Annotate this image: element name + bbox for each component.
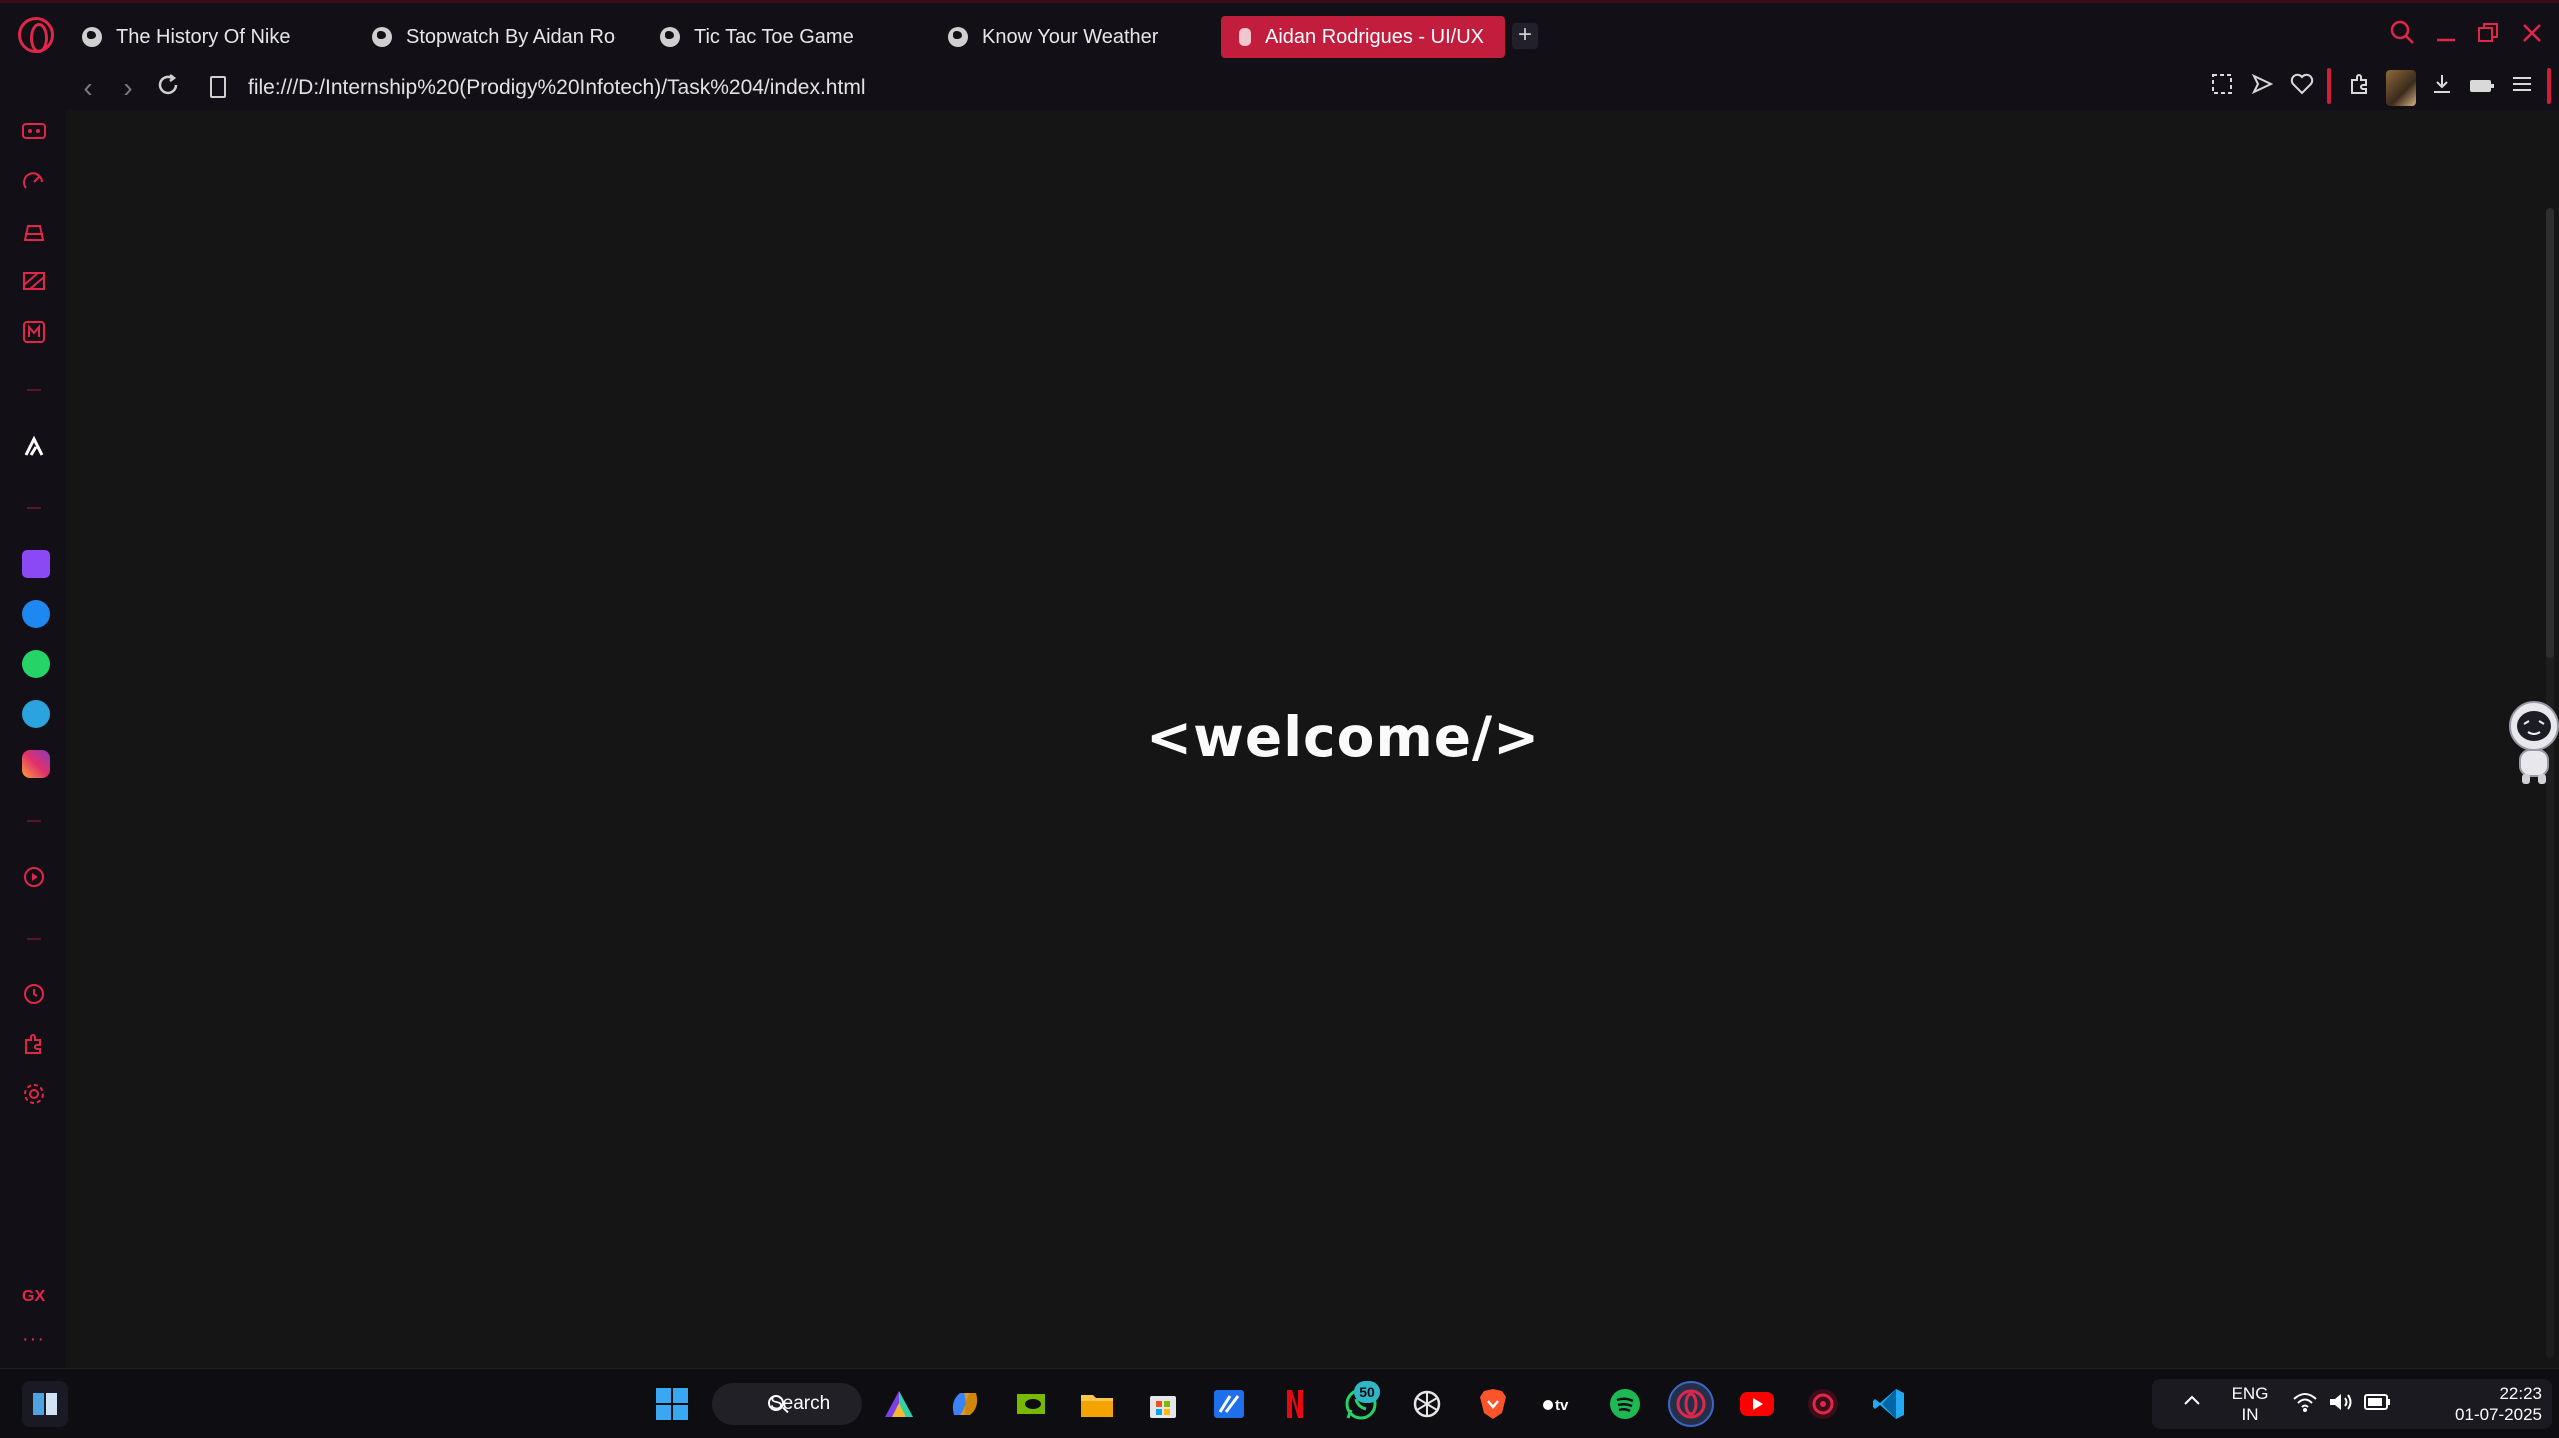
restore-icon[interactable] xyxy=(2472,19,2504,51)
instagram-icon[interactable] xyxy=(22,750,50,778)
opera-menu-icon[interactable] xyxy=(18,17,54,53)
welcome-heading: <welcome/> xyxy=(1146,705,1541,769)
whatsapp-sidebar-icon[interactable] xyxy=(22,650,50,678)
tab-stopwatch[interactable]: Stopwatch By Aidan Rodr xyxy=(354,16,634,58)
music-player-icon[interactable] xyxy=(20,865,48,893)
youtube-icon[interactable] xyxy=(1734,1381,1780,1427)
globe-icon xyxy=(660,27,680,47)
language-region: IN xyxy=(2241,1405,2259,1424)
globe-icon xyxy=(948,27,968,47)
web-content: <welcome/> xyxy=(66,110,2559,1368)
wallpaper-icon[interactable] xyxy=(20,270,48,298)
taskbar-search-button[interactable]: Search xyxy=(712,1383,862,1425)
close-icon[interactable] xyxy=(2516,19,2548,51)
sidebar-separator xyxy=(27,389,41,391)
extensions-sidebar-icon[interactable] xyxy=(20,1032,48,1060)
apple-tv-icon[interactable]: tv xyxy=(1536,1381,1582,1427)
telegram-icon[interactable] xyxy=(22,700,50,728)
clock[interactable]: 22:23 01-07-2025 xyxy=(2412,1383,2542,1425)
page-icon xyxy=(210,76,226,98)
opera-gx-taskbar-icon[interactable] xyxy=(1668,1381,1714,1427)
volume-icon[interactable] xyxy=(2328,1391,2354,1418)
language-indicator[interactable]: ENG IN xyxy=(2230,1383,2270,1425)
brave-icon[interactable] xyxy=(1470,1381,1516,1427)
download-icon[interactable] xyxy=(2426,72,2458,104)
language-code: ENG xyxy=(2231,1384,2269,1403)
new-tab-button[interactable]: + xyxy=(1512,23,1538,49)
svg-text:tv: tv xyxy=(1555,1397,1569,1414)
address-bar: ‹ › file:///D:/Internship%20(Prodigy%20I… xyxy=(0,66,2559,110)
tab-tic-tac-toe[interactable]: Tic Tac Toe Game xyxy=(642,16,932,58)
speed-dial-icon[interactable] xyxy=(20,170,48,198)
gx-store-icon[interactable] xyxy=(20,220,48,248)
gx-label[interactable]: GX xyxy=(22,1288,45,1306)
search-icon xyxy=(768,1395,784,1411)
show-hidden-icons-icon[interactable] xyxy=(2182,1391,2202,1416)
tab-label: Aidan Rodrigues - UI/UX D xyxy=(1265,25,1487,48)
windows-start-icon[interactable] xyxy=(649,1381,695,1427)
toolbar-edge-accent xyxy=(2547,68,2551,104)
mods-icon[interactable] xyxy=(20,320,48,348)
designer-app-icon[interactable] xyxy=(1206,1381,1252,1427)
vscode-icon[interactable] xyxy=(1866,1381,1912,1427)
windows-taskbar: Search 50 tv ENG IN 22:23 01-07-2025 xyxy=(0,1368,2559,1438)
system-tray: ENG IN 22:23 01-07-2025 xyxy=(2152,1379,2552,1429)
profile-avatar[interactable] xyxy=(2386,70,2416,106)
tab-label: The History Of Nike xyxy=(116,25,291,48)
send-icon[interactable] xyxy=(2246,72,2278,104)
settings-gear-icon[interactable] xyxy=(20,1082,48,1110)
clock-date: 01-07-2025 xyxy=(2455,1405,2542,1424)
battery-icon[interactable] xyxy=(2364,1393,2392,1416)
battery-saver-icon[interactable] xyxy=(2466,72,2498,104)
easy-setup-icon[interactable] xyxy=(2506,72,2538,104)
microsoft-store-icon[interactable] xyxy=(1140,1381,1186,1427)
minimize-icon[interactable] xyxy=(2430,19,2462,51)
sidebar-separator xyxy=(27,938,41,940)
chatgpt-icon[interactable] xyxy=(1404,1381,1450,1427)
messenger-icon[interactable] xyxy=(22,600,50,628)
file-explorer-icon[interactable] xyxy=(1074,1381,1120,1427)
extensions-icon[interactable] xyxy=(2344,72,2376,104)
netflix-icon[interactable] xyxy=(1272,1381,1318,1427)
widgets-icon[interactable] xyxy=(22,1381,68,1427)
back-icon[interactable]: ‹ xyxy=(70,70,106,106)
clock-time: 22:23 xyxy=(2499,1384,2542,1403)
affinity-icon[interactable] xyxy=(876,1381,922,1427)
tab-bar: The History Of Nike Stopwatch By Aidan R… xyxy=(0,0,2559,66)
globe-icon xyxy=(372,27,392,47)
globe-icon xyxy=(82,27,102,47)
whatsapp-notification-badge: 50 xyxy=(1354,1381,1380,1403)
sidebar-separator xyxy=(27,820,41,822)
tab-label: Know Your Weather xyxy=(982,25,1159,48)
wifi-icon[interactable] xyxy=(2292,1391,2318,1418)
nvidia-icon[interactable] xyxy=(1008,1381,1054,1427)
davinci-app-icon[interactable] xyxy=(1800,1381,1846,1427)
sidebar-more-icon[interactable]: ··· xyxy=(22,1328,45,1351)
astronaut-mascot-icon[interactable] xyxy=(2502,696,2559,786)
tab-history-of-nike[interactable]: The History Of Nike xyxy=(64,16,364,58)
toolbar-divider xyxy=(2327,68,2331,104)
reload-icon[interactable] xyxy=(150,70,186,106)
site-favicon-icon xyxy=(1239,28,1251,46)
gx-control-icon[interactable] xyxy=(20,120,48,148)
url-field[interactable]: file:///D:/Internship%20(Prodigy%20Infot… xyxy=(248,72,865,104)
twitch-icon[interactable] xyxy=(22,550,50,578)
search-tabs-icon[interactable] xyxy=(2386,19,2418,51)
tab-aidan-rodrigues[interactable]: Aidan Rodrigues - UI/UX D xyxy=(1221,16,1505,58)
aria-icon[interactable] xyxy=(20,435,48,463)
tab-know-your-weather[interactable]: Know Your Weather xyxy=(930,16,1220,58)
copilot-icon[interactable] xyxy=(942,1381,988,1427)
snapshot-icon[interactable] xyxy=(2206,72,2238,104)
forward-icon[interactable]: › xyxy=(110,70,146,106)
tab-label: Stopwatch By Aidan Rodr xyxy=(406,25,616,48)
scrollbar-thumb[interactable] xyxy=(2546,208,2554,658)
spotify-icon[interactable] xyxy=(1602,1381,1648,1427)
sidebar: GX ··· xyxy=(0,110,66,1368)
sidebar-separator xyxy=(27,507,41,509)
tab-label: Tic Tac Toe Game xyxy=(694,25,854,48)
heart-icon[interactable] xyxy=(2286,72,2318,104)
history-icon[interactable] xyxy=(20,982,48,1010)
